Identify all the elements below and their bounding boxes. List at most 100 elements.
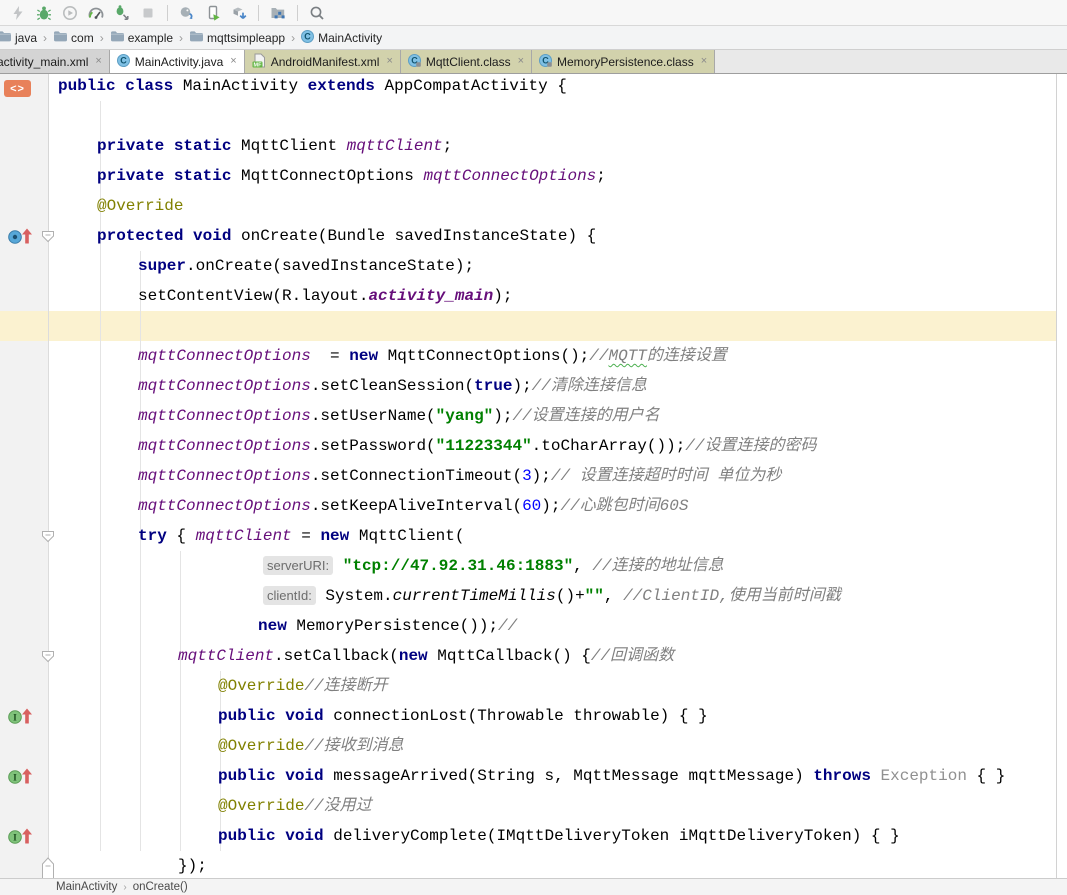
code-segment: mqttConnectOptions	[138, 497, 311, 515]
tab-close-icon[interactable]: ×	[230, 56, 236, 67]
code-segment: .setConnectionTimeout(	[310, 467, 523, 485]
tab-MemoryPersistence.class[interactable]: C MemoryPersistence.class ×	[532, 50, 716, 73]
fold-end-icon[interactable]	[41, 856, 55, 878]
code-segment: ;	[442, 137, 453, 155]
code-line[interactable]: protected void onCreate(Bundle savedInst…	[58, 221, 1056, 251]
code-line[interactable]: mqttConnectOptions.setUserName("yang");/…	[58, 401, 1056, 431]
run-profile-circle-icon[interactable]	[57, 2, 83, 24]
code-line[interactable]: });	[58, 851, 1056, 878]
code-segment: ,	[603, 587, 624, 605]
code-line[interactable]: private static MqttClient mqttClient;	[58, 131, 1056, 161]
tab-close-icon[interactable]: ×	[518, 56, 524, 67]
breadcrumb-item-mqttsimpleapp[interactable]: mqttsimpleapp	[187, 30, 287, 45]
svg-text:C: C	[120, 55, 127, 65]
code-line[interactable]: @Override//没用过	[58, 791, 1056, 821]
tab-close-icon[interactable]: ×	[701, 56, 707, 67]
code-editor[interactable]: public class MainActivity extends AppCom…	[0, 74, 1067, 878]
code-segment: MemoryPersistence());	[286, 617, 499, 635]
code-segment: activity_main	[368, 287, 494, 305]
fold-collapse-icon[interactable]	[41, 530, 55, 548]
code-line[interactable]: @Override//接收到消息	[58, 731, 1056, 761]
gradle-sync-icon[interactable]	[174, 2, 200, 24]
code-segment: mqttConnectOptions	[138, 347, 311, 365]
code-line[interactable]: @Override//连接断开	[58, 671, 1056, 701]
tab-activity_main.xml[interactable]: activity_main.xml ×	[0, 50, 110, 73]
breadcrumb-item-example[interactable]: example	[108, 30, 175, 45]
code-line[interactable]: super.onCreate(savedInstanceState);	[58, 251, 1056, 281]
code-line[interactable]: mqttConnectOptions.setKeepAliveInterval(…	[58, 491, 1056, 521]
code-segment: public class	[58, 77, 174, 95]
code-segment: @Override	[218, 677, 305, 695]
code-line[interactable]: mqttConnectOptions.setPassword("11223344…	[58, 431, 1056, 461]
code-segment: mqttConnectOptions	[423, 167, 597, 185]
breadcrumb-item-MainActivity[interactable]: C MainActivity	[299, 29, 384, 46]
code-line[interactable]: public void deliveryComplete(IMqttDelive…	[58, 821, 1056, 851]
code-segment: //设置连接的用户名	[512, 407, 660, 425]
tab-MqttClient.class[interactable]: C MqttClient.class ×	[400, 50, 533, 73]
code-segment: .setKeepAliveInterval(	[310, 497, 523, 515]
svg-text:I: I	[13, 714, 17, 724]
tab-label: MainActivity.java	[134, 54, 224, 69]
svg-text:I: I	[13, 774, 17, 784]
code-line[interactable]: mqttConnectOptions = new MqttConnectOpti…	[58, 341, 1056, 371]
run-on-device-icon[interactable]	[200, 2, 226, 24]
breadcrumb-item-java[interactable]: java	[0, 30, 39, 45]
parameter-hint: serverURI:	[263, 556, 334, 575]
editor-tab-bar: activity_main.xml × C MainActivity.java × MF A…	[0, 50, 1067, 74]
code-segment: setContentView(R.layout.	[138, 287, 369, 305]
code-segment: //ClientID,使用当前时间戳	[623, 587, 841, 605]
debug-bug-icon[interactable]	[31, 2, 57, 24]
code-segment: @Override	[218, 797, 305, 815]
tab-MainActivity.java[interactable]: C MainActivity.java ×	[109, 50, 245, 73]
statusbar-crumb-class[interactable]: MainActivity	[56, 881, 117, 893]
search-everywhere-icon[interactable]	[304, 2, 330, 24]
override-method-gutter-icon[interactable]	[6, 225, 34, 252]
code-line[interactable]: @Override	[58, 191, 1056, 221]
code-segment: //	[498, 617, 518, 635]
code-line[interactable]: private static MqttConnectOptions mqttCo…	[58, 161, 1056, 191]
tab-label: AndroidManifest.xml	[270, 54, 380, 69]
code-segment: ,	[573, 557, 593, 575]
code-line[interactable]: try { mqttClient = new MqttClient(	[58, 521, 1056, 551]
sdk-manager-download-icon[interactable]	[226, 2, 252, 24]
attach-debugger-bug-icon[interactable]	[109, 2, 135, 24]
code-line[interactable]: setContentView(R.layout.activity_main);	[58, 281, 1056, 311]
code-line[interactable]: public class MainActivity extends AppCom…	[58, 74, 1056, 101]
code-line[interactable]: clientId: System.currentTimeMillis()+"",…	[58, 581, 1056, 611]
code-view-toggle-icon[interactable]: <>	[4, 80, 31, 97]
project-structure-icon[interactable]	[265, 2, 291, 24]
tab-AndroidManifest.xml[interactable]: MF AndroidManifest.xml ×	[244, 50, 401, 73]
code-line[interactable]	[58, 101, 1056, 131]
code-line[interactable]: public void connectionLost(Throwable thr…	[58, 701, 1056, 731]
code-line[interactable]: public void messageArrived(String s, Mqt…	[58, 761, 1056, 791]
fold-collapse-icon[interactable]	[41, 650, 55, 668]
code-segment: mqttClient	[178, 647, 275, 665]
code-segment: //清除连接信息	[531, 377, 647, 395]
breadcrumb-item-com[interactable]: com	[51, 30, 96, 45]
class-c-locked-icon: C	[407, 53, 421, 70]
code-segment: .setUserName(	[310, 407, 436, 425]
code-segment: private static	[97, 167, 232, 185]
code-segment: .setCleanSession(	[310, 377, 475, 395]
code-line[interactable]: mqttClient.setCallback(new MqttCallback(…	[58, 641, 1056, 671]
code-line[interactable]: mqttConnectOptions.setConnectionTimeout(…	[58, 461, 1056, 491]
code-line[interactable]: mqttConnectOptions.setCleanSession(true)…	[58, 371, 1056, 401]
statusbar-crumb-method[interactable]: onCreate()	[133, 881, 188, 893]
implement-method-gutter-icon[interactable]: I	[6, 825, 34, 852]
code-area[interactable]: public class MainActivity extends AppCom…	[58, 74, 1056, 878]
code-line[interactable]	[58, 311, 1056, 341]
code-segment: mqttConnectOptions	[138, 467, 311, 485]
run-lightning-icon[interactable]	[5, 2, 31, 24]
code-segment: deliveryComplete(IMqttDeliveryToken iMqt…	[323, 827, 900, 845]
implement-method-gutter-icon[interactable]: I	[6, 705, 34, 732]
stop-square-icon[interactable]	[135, 2, 161, 24]
fold-collapse-icon[interactable]	[41, 230, 55, 248]
tab-close-icon[interactable]: ×	[95, 56, 101, 67]
tab-close-icon[interactable]: ×	[386, 56, 392, 67]
code-segment: .toCharArray());	[531, 437, 686, 455]
folder-icon	[0, 30, 11, 45]
implement-method-gutter-icon[interactable]: I	[6, 765, 34, 792]
code-line[interactable]: new MemoryPersistence());//	[58, 611, 1056, 641]
code-line[interactable]: serverURI: "tcp://47.92.31.46:1883", //连…	[58, 551, 1056, 581]
profiler-gauge-icon[interactable]	[83, 2, 109, 24]
